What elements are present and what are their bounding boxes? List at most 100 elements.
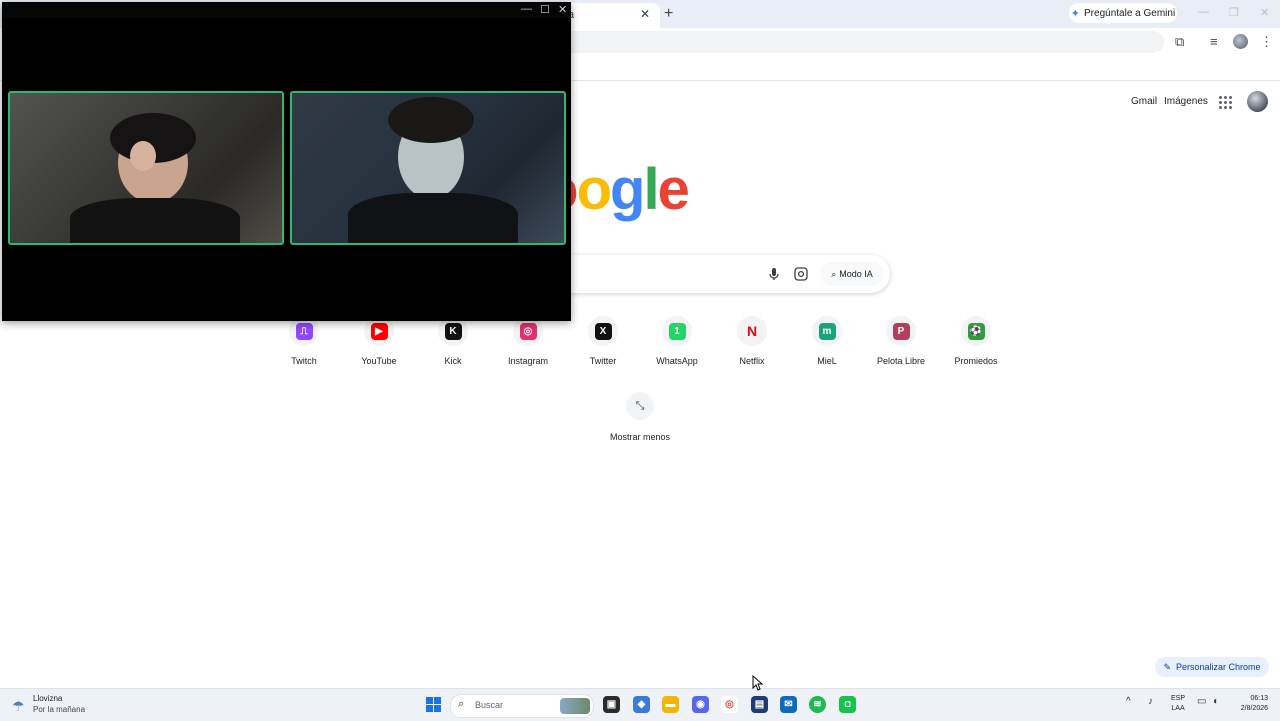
extensions-icon[interactable]: ⧉ — [1175, 34, 1184, 50]
logo-letter: g — [610, 157, 645, 222]
task-view-icon[interactable]: ▣ — [603, 696, 620, 713]
tab-close-icon[interactable]: ✕ — [640, 7, 650, 21]
call-close-icon[interactable]: ✕ — [558, 3, 567, 16]
video-call-window[interactable]: — ☐ ✕ — [2, 2, 571, 321]
search-highlight-image — [560, 698, 590, 714]
instagram-icon: ◎ — [519, 322, 537, 340]
input-language[interactable]: ESP LAA — [1171, 694, 1185, 714]
shortcut-tile[interactable]: 1 WhatsApp — [640, 316, 714, 376]
miel-icon: m — [818, 322, 836, 340]
shortcut-label: Twitch — [291, 356, 317, 366]
shortcut-tile[interactable]: m MieL — [790, 316, 864, 376]
participant-video-1[interactable] — [8, 91, 284, 245]
shortcut-circle: N — [737, 316, 767, 346]
shortcut-circle: P — [886, 316, 916, 346]
volume-icon[interactable]: ◖ — [1212, 696, 1218, 707]
netflix-icon: N — [746, 323, 758, 339]
logo-letter: o — [576, 157, 612, 222]
network-icon[interactable]: ▭ — [1197, 696, 1206, 707]
microphone-icon[interactable] — [766, 266, 782, 282]
kick-icon: K — [444, 322, 462, 340]
clock-time: 06:13 — [1250, 695, 1268, 702]
gmail-link[interactable]: Gmail — [1131, 96, 1157, 107]
weather-forecast[interactable]: Por la mañana — [33, 705, 85, 714]
shortcut-tile[interactable]: ▶ YouTube — [342, 316, 416, 376]
keyboard-layout: LAA — [1171, 705, 1185, 712]
chrome-icon[interactable]: ◎ — [721, 696, 738, 713]
taskbar-search[interactable]: ⌕ Buscar — [450, 694, 594, 718]
show-less-label: Mostrar menos — [609, 432, 671, 442]
show-hidden-icons-chevron-icon[interactable]: ^ — [1126, 696, 1131, 707]
twitch-icon: ⎍ — [295, 322, 313, 340]
show-less-circle: ⤡ — [626, 392, 654, 420]
shortcut-tile[interactable]: ⎍ Twitch — [267, 316, 341, 376]
weather-condition[interactable]: Llovizna — [33, 694, 62, 703]
call-window-titlebar[interactable]: — ☐ ✕ — [2, 2, 571, 18]
youtube-icon: ▶ — [370, 322, 388, 340]
participant-video-2[interactable] — [290, 91, 566, 245]
images-link[interactable]: Imágenes — [1164, 96, 1208, 107]
language-code: ESP — [1171, 695, 1186, 702]
shortcut-label: YouTube — [361, 356, 397, 366]
new-tab-button[interactable]: + — [664, 5, 673, 23]
participant-hand — [130, 141, 156, 171]
call-maximize-icon[interactable]: ☐ — [540, 3, 550, 16]
media-controls-icon[interactable]: ≡ — [1210, 34, 1218, 49]
spotify-icon[interactable]: ≋ — [809, 696, 826, 713]
shortcut-label: MieL — [817, 356, 837, 366]
ai-mode-button[interactable]: ⌕ Modo IA — [820, 262, 884, 286]
shortcut-label: Pelota Libre — [876, 356, 926, 366]
shortcut-label: Instagram — [507, 356, 549, 366]
weather-drizzle-icon[interactable]: ☂ — [12, 698, 25, 715]
clock-date: 2/8/2026 — [1240, 705, 1268, 712]
store-icon[interactable]: ▤ — [751, 696, 768, 713]
system-clock[interactable]: 06:13 2/8/2026 — [1232, 694, 1268, 714]
shortcut-label: Promiedos — [954, 356, 998, 366]
shortcut-circle: ⚽ — [961, 316, 991, 346]
shortcut-tile[interactable]: N Netflix — [715, 316, 789, 376]
shortcut-label: Kick — [444, 356, 462, 366]
profile-avatar[interactable] — [1233, 34, 1248, 49]
logo-letter: e — [657, 157, 690, 222]
microphone-tray-icon[interactable]: ♪ — [1148, 696, 1153, 707]
mouse-cursor-icon — [752, 675, 764, 691]
menu-icon[interactable]: ⋮ — [1260, 34, 1273, 50]
minimize-icon[interactable]: — — [1198, 6, 1209, 18]
ask-gemini-button[interactable]: ✦ Pregúntale a Gemini — [1069, 3, 1177, 23]
restore-icon[interactable]: ❐ — [1229, 6, 1239, 19]
file-explorer-icon[interactable]: ▬ — [662, 696, 679, 713]
search-icon: ⌕ — [458, 698, 465, 710]
shortcut-tile[interactable]: ⚽ Promiedos — [939, 316, 1013, 376]
outlook-icon[interactable]: ✉ — [780, 696, 797, 713]
ai-mode-label: Modo IA — [839, 269, 873, 279]
shortcut-tile[interactable]: X Twitter — [566, 316, 640, 376]
participant-body — [348, 193, 518, 243]
show-less-button[interactable]: ⤡ Mostrar menos — [600, 392, 680, 442]
customize-chrome-button[interactable]: ✎ Personalizar Chrome — [1155, 657, 1269, 677]
promiedos-icon: ⚽ — [967, 322, 985, 340]
active-tab[interactable]: a ✕ — [560, 3, 660, 28]
windows-start-icon[interactable] — [426, 697, 441, 712]
shortcut-circle: X — [588, 316, 618, 346]
participant-hair — [388, 97, 474, 143]
shortcut-circle: 1 — [662, 316, 692, 346]
widgets-icon[interactable]: ◈ — [633, 696, 650, 713]
address-bar[interactable] — [560, 31, 1164, 53]
whatsapp-icon: 1 — [668, 322, 686, 340]
google-account-avatar[interactable] — [1247, 91, 1268, 112]
google-lens-icon[interactable] — [793, 266, 809, 282]
shortcut-label: Netflix — [739, 356, 765, 366]
app-icon[interactable]: ◘ — [839, 696, 856, 713]
shortcut-tile[interactable]: ◎ Instagram — [491, 316, 565, 376]
google-apps-icon[interactable] — [1219, 96, 1232, 109]
customize-chrome-label: Personalizar Chrome — [1176, 662, 1261, 672]
shortcut-tile[interactable]: P Pelota Libre — [864, 316, 938, 376]
call-minimize-icon[interactable]: — — [521, 3, 532, 15]
x-icon: X — [594, 322, 612, 340]
close-window-icon[interactable]: ✕ — [1260, 6, 1269, 19]
logo-letter: l — [643, 157, 659, 222]
shortcut-tile[interactable]: K Kick — [416, 316, 490, 376]
discord-icon[interactable]: ◉ — [692, 696, 709, 713]
windows-taskbar: ☂ Llovizna Por la mañana ⌕ Buscar ▣ ◈ ▬ … — [0, 688, 1280, 721]
gemini-sparkle-icon: ✦ — [1070, 7, 1081, 20]
